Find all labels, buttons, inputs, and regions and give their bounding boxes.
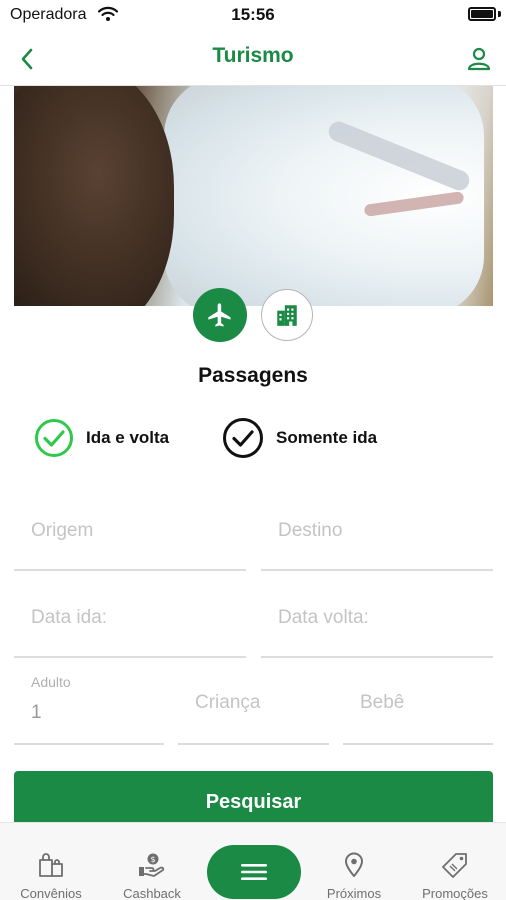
return-date-field[interactable]: Data volta: [261,587,493,658]
babies-field[interactable]: Bebê [343,670,493,745]
section-title: Passagens [198,364,308,387]
hero-image [14,86,493,306]
location-pin-icon [343,852,365,878]
menu-icon [241,864,267,880]
tab-cashback-label: Cashback [123,886,181,900]
trip-oneway-option[interactable]: Somente ida [222,417,377,459]
user-icon [467,47,491,71]
back-button[interactable] [12,44,42,74]
chevron-left-icon [21,48,33,70]
tab-proximos[interactable]: Próximos [304,823,404,900]
adults-field[interactable]: Adulto 1 [14,670,164,745]
battery-tip [498,11,501,17]
airplane-icon [208,303,231,327]
destination-field[interactable]: Destino [261,500,493,571]
return-date-placeholder: Data volta: [278,607,369,628]
tab-cashback[interactable]: $ Cashback [102,823,202,900]
origin-field[interactable]: Origem [14,500,246,571]
tab-convenios[interactable]: Convênios [1,823,101,900]
svg-text:$: $ [150,855,155,864]
trip-oneway-label: Somente ida [276,428,378,447]
trip-round-label: Ida e volta [86,428,170,447]
main-menu-button[interactable] [207,845,301,899]
children-placeholder: Criança [195,692,261,713]
tab-promocoes[interactable]: Promoções [405,823,505,900]
page-title: Turismo [212,44,294,67]
departure-date-field[interactable]: Data ida: [14,587,246,658]
check-circle-selected-icon [35,419,73,457]
trip-round-option[interactable]: Ida e volta [34,417,169,459]
babies-placeholder: Bebê [360,692,405,713]
status-bar: Operadora 15:56 [0,0,506,32]
mode-flights-button[interactable] [193,288,247,342]
check-circle-icon [223,418,263,458]
clock: 15:56 [231,5,275,24]
nav-bar: Turismo [0,34,506,86]
children-field[interactable]: Criança [178,670,329,745]
hand-coin-icon: $ [138,852,166,878]
mode-hotels-button[interactable] [261,289,313,341]
destination-placeholder: Destino [278,520,343,541]
adults-label: Adulto [31,674,71,690]
building-icon [277,305,297,326]
person-silhouette [14,86,174,306]
adults-value: 1 [31,702,42,723]
profile-button[interactable] [464,44,494,74]
battery-icon [468,7,496,21]
tab-convenios-label: Convênios [20,886,82,900]
origin-placeholder: Origem [31,520,94,541]
tab-proximos-label: Próximos [326,886,382,900]
shopping-bags-icon [37,852,65,878]
tab-promocoes-label: Promoções [422,886,488,900]
departure-date-placeholder: Data ida: [31,607,108,628]
tag-icon [441,852,469,878]
